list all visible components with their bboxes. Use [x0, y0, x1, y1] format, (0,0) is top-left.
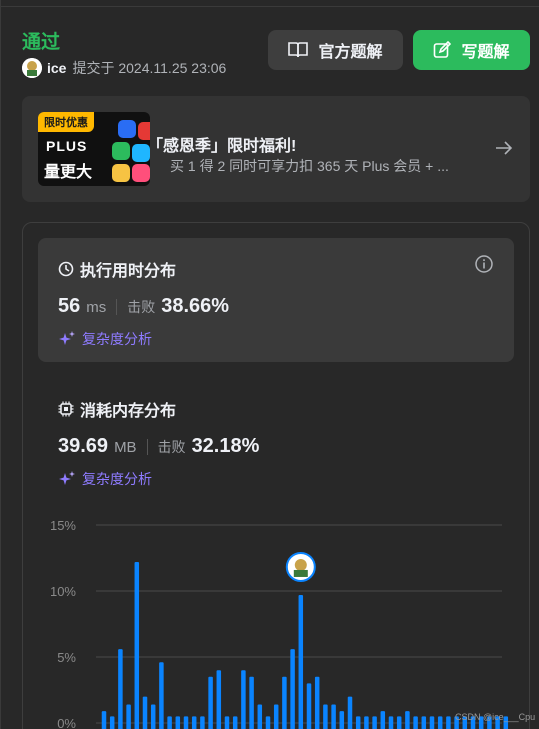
runtime-value: 56: [58, 295, 81, 317]
distribution-bar[interactable]: [273, 704, 279, 729]
promo-title[interactable]: 「感恩季」限时福利!: [147, 132, 296, 156]
promo-image: 限时优惠 PLUS 量更大: [38, 112, 150, 186]
runtime-beat-pct: 38.66%: [161, 295, 230, 317]
memory-title-text: 消耗内存分布: [80, 403, 177, 420]
distribution-bar[interactable]: [257, 704, 263, 729]
user-position-marker: [285, 551, 316, 582]
app-logo-icon: [118, 120, 136, 138]
distribution-bar[interactable]: [396, 716, 402, 729]
distribution-bar[interactable]: [265, 716, 271, 729]
official-solution-label: 官方题解: [318, 44, 383, 61]
distribution-bar[interactable]: [191, 716, 197, 729]
distribution-bar[interactable]: [142, 696, 148, 729]
distribution-bar[interactable]: [372, 716, 377, 729]
memory-beat-label: 击败: [157, 439, 186, 455]
runtime-stats: 56 ms 击败 38.66%: [58, 295, 229, 318]
distribution-bar[interactable]: [101, 711, 107, 729]
distribution-bar[interactable]: [249, 676, 254, 729]
memory-complexity-analysis[interactable]: 复杂度分析: [58, 469, 152, 489]
watermark: CSDN @ice___Cpu: [455, 712, 536, 722]
analysis-label: 复杂度分析: [82, 331, 152, 347]
distribution-bar[interactable]: [437, 716, 443, 729]
distribution-bar[interactable]: [232, 716, 238, 729]
runtime-title: 执行用时分布: [58, 257, 176, 281]
y-tick-label: 15%: [50, 518, 76, 533]
y-tick-label: 5%: [57, 650, 76, 665]
distribution-bar[interactable]: [446, 716, 451, 729]
distribution-bar[interactable]: [175, 716, 181, 729]
promo-tag: 限时优惠: [38, 112, 94, 132]
memory-title: 消耗内存分布: [58, 397, 176, 421]
avatar-icon: [22, 58, 42, 78]
username[interactable]: ice: [47, 60, 66, 76]
distribution-bar[interactable]: [413, 716, 418, 729]
runtime-complexity-analysis[interactable]: 复杂度分析: [58, 329, 152, 349]
y-tick-label: 10%: [50, 584, 76, 599]
memory-unit: MB: [114, 439, 137, 456]
distribution-bar[interactable]: [323, 704, 328, 729]
y-tick-label: 0%: [57, 716, 76, 729]
distribution-bar[interactable]: [405, 711, 410, 729]
distribution-bar[interactable]: [282, 676, 287, 729]
distribution-bar[interactable]: [314, 676, 320, 729]
distribution-bar[interactable]: [241, 670, 246, 729]
app-logo-icon: [112, 142, 130, 160]
distribution-bar[interactable]: [421, 716, 427, 729]
runtime-title-text: 执行用时分布: [80, 263, 177, 280]
app-logo-icon: [132, 164, 150, 182]
clock-icon: [58, 261, 74, 277]
distribution-bar[interactable]: [290, 649, 295, 729]
distribution-bar[interactable]: [347, 696, 353, 729]
distribution-bar[interactable]: [224, 716, 230, 729]
divider: [0, 6, 539, 7]
promo-slogan: 量更大: [44, 164, 93, 181]
submission-meta: ice 提交于 2024.11.25 23:06: [22, 58, 226, 78]
memory-stats: 39.69 MB 击败 32.18%: [58, 435, 259, 458]
distribution-bar[interactable]: [109, 716, 115, 729]
arrow-right-icon[interactable]: [494, 138, 514, 158]
distribution-bar[interactable]: [200, 716, 205, 729]
analysis-label: 复杂度分析: [82, 471, 152, 487]
distribution-bar[interactable]: [429, 716, 435, 729]
distribution-bar[interactable]: [364, 716, 369, 729]
sparkle-icon: [59, 471, 75, 485]
distribution-bar[interactable]: [339, 711, 345, 729]
distribution-bar[interactable]: [167, 716, 172, 729]
avatar[interactable]: [22, 58, 42, 78]
divider: [146, 438, 148, 455]
divider: [116, 298, 118, 315]
runtime-unit: ms: [86, 299, 107, 316]
status-accepted: 通过: [22, 32, 61, 53]
distribution-bar[interactable]: [216, 670, 222, 729]
runtime-beat-label: 击败: [127, 299, 156, 315]
distribution-bar[interactable]: [208, 676, 213, 729]
write-solution-label: 写题解: [461, 44, 510, 61]
distribution-bar[interactable]: [331, 704, 336, 729]
book-icon: [288, 42, 309, 58]
write-solution-button[interactable]: 写题解: [413, 30, 530, 70]
distribution-bar[interactable]: [355, 716, 361, 729]
memory-distribution-chart[interactable]: 15% 10% 5% 0%: [40, 510, 520, 729]
distribution-bar[interactable]: [150, 704, 156, 729]
memory-beat-pct: 32.18%: [191, 435, 260, 457]
distribution-bar[interactable]: [306, 683, 312, 729]
distribution-bar[interactable]: [298, 594, 304, 729]
promo-plus-text: PLUS: [46, 138, 88, 154]
submit-time: 提交于 2024.11.25 23:06: [72, 60, 227, 76]
distribution-bar[interactable]: [388, 716, 394, 729]
promo-description: 买 1 得 2 同时可享力扣 365 天 Plus 会员 + ...: [170, 158, 449, 174]
distribution-bar[interactable]: [118, 649, 123, 729]
memory-value: 39.69: [58, 435, 109, 457]
distribution-bar[interactable]: [183, 716, 189, 729]
official-solution-button[interactable]: 官方题解: [268, 30, 403, 70]
distribution-bar[interactable]: [126, 704, 131, 729]
distribution-bar[interactable]: [380, 711, 386, 729]
app-logo-icon: [112, 164, 130, 182]
distribution-bar[interactable]: [159, 662, 164, 729]
info-icon[interactable]: [474, 254, 494, 274]
edit-icon: [434, 41, 452, 58]
sparkle-icon: [59, 331, 75, 345]
memory-chip-icon: [58, 401, 74, 417]
distribution-bar[interactable]: [134, 561, 140, 729]
